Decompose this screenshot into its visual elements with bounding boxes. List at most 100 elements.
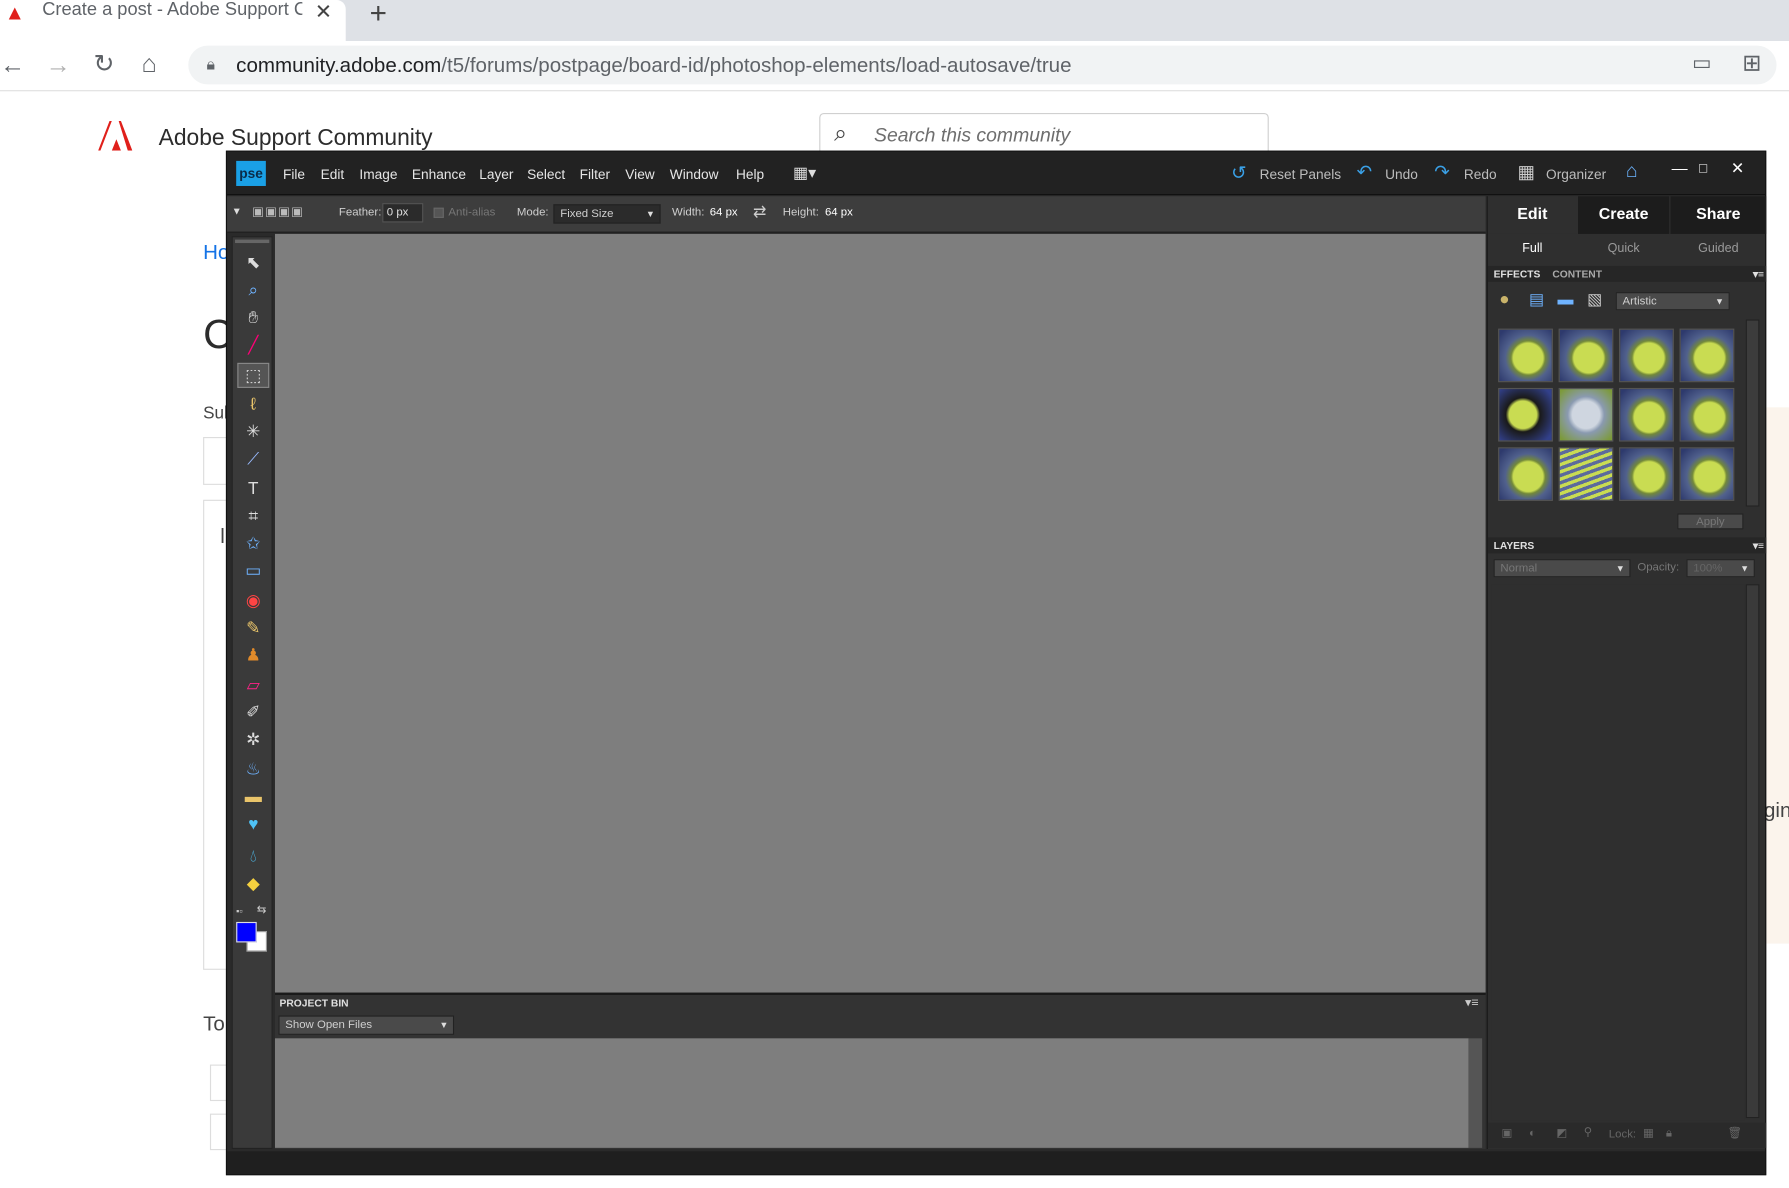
- hand-tool-icon[interactable]: ✋︎: [237, 306, 269, 331]
- layer-styles-icon[interactable]: ▤: [1529, 290, 1544, 309]
- reset-panels-icon[interactable]: ↺: [1231, 162, 1246, 185]
- document-canvas[interactable]: [274, 233, 1486, 993]
- home-screen-icon[interactable]: ⌂: [1626, 160, 1638, 183]
- project-bin-dropdown[interactable]: Show Open Files ▼: [278, 1015, 455, 1035]
- close-tab-icon[interactable]: ✕: [315, 0, 332, 24]
- width-input[interactable]: 64 px: [710, 207, 738, 220]
- tab-full[interactable]: Full: [1488, 235, 1577, 262]
- healing-brush-tool-icon[interactable]: ✎: [237, 616, 269, 641]
- arrangement-icon[interactable]: ▦▾: [793, 163, 816, 182]
- blur-tool-icon[interactable]: 💧︎: [237, 844, 269, 869]
- redo-icon[interactable]: ↷: [1434, 161, 1449, 184]
- effect-thumbnail[interactable]: [1498, 387, 1553, 442]
- new-layer-icon[interactable]: ▣: [1502, 1127, 1513, 1140]
- zoom-tool-icon[interactable]: ⌕: [237, 278, 269, 303]
- gradient-tool-icon[interactable]: ▬: [237, 785, 269, 810]
- forward-icon[interactable]: →: [46, 52, 71, 77]
- quick-selection-tool-icon[interactable]: ⟋: [237, 447, 269, 472]
- toolbox-grip[interactable]: [235, 239, 270, 244]
- project-bin-scrollbar[interactable]: [1468, 1038, 1483, 1148]
- back-icon[interactable]: ←: [0, 52, 25, 77]
- menu-select[interactable]: Select: [527, 167, 565, 183]
- adobe-logo-icon[interactable]: [98, 120, 133, 151]
- show-all-icon[interactable]: ▧: [1587, 290, 1602, 309]
- eyedropper-tool-icon[interactable]: ╱: [237, 333, 269, 358]
- clone-stamp-tool-icon[interactable]: ♟: [237, 644, 269, 669]
- lock-icon[interactable]: 🔒︎: [207, 55, 216, 74]
- feather-input[interactable]: 0 px: [382, 203, 424, 223]
- menu-help[interactable]: Help: [736, 167, 764, 183]
- sponge-tool-icon[interactable]: ◆: [237, 872, 269, 897]
- effect-thumbnail[interactable]: [1619, 387, 1674, 442]
- type-tool-icon[interactable]: T: [237, 477, 269, 502]
- photo-effects-icon[interactable]: ▬: [1557, 290, 1573, 308]
- effects-category-dropdown[interactable]: Artistic ▼: [1615, 292, 1730, 311]
- menu-image[interactable]: Image: [359, 167, 397, 183]
- tab-content[interactable]: CONTENT: [1552, 268, 1602, 279]
- browser-tab[interactable]: ▲ Create a post - Adobe Support C ✕: [0, 0, 346, 42]
- link-layers-icon[interactable]: ⚲: [1584, 1126, 1592, 1139]
- marquee-tool-icon[interactable]: ⬚: [237, 362, 270, 388]
- tool-preset-caret-icon[interactable]: ▼: [232, 205, 242, 216]
- effect-thumbnail[interactable]: [1558, 387, 1614, 442]
- project-bin-content[interactable]: [274, 1038, 1469, 1148]
- mode-dropdown[interactable]: Fixed Size ▼: [553, 204, 661, 224]
- panel-menu-icon[interactable]: ▾≡: [1753, 266, 1764, 282]
- menu-window[interactable]: Window: [670, 167, 719, 183]
- cast-icon[interactable]: ▭: [1692, 51, 1711, 75]
- effect-thumbnail[interactable]: [1558, 447, 1614, 501]
- foreground-color-swatch[interactable]: [236, 921, 257, 943]
- lasso-tool-icon[interactable]: ℓ: [237, 393, 269, 418]
- magic-wand-tool-icon[interactable]: ✳: [237, 420, 269, 445]
- effect-thumbnail[interactable]: [1619, 328, 1674, 383]
- reload-icon[interactable]: ↻: [94, 51, 115, 76]
- organizer-icon[interactable]: ▦: [1518, 161, 1535, 184]
- menu-enhance[interactable]: Enhance: [412, 167, 466, 183]
- lock-transparency-icon[interactable]: ▦: [1643, 1127, 1654, 1140]
- red-eye-tool-icon[interactable]: ◉: [237, 589, 269, 614]
- menu-edit[interactable]: Edit: [321, 167, 345, 183]
- address-bar[interactable]: 🔒︎ community.adobe.com/t5/forums/postpag…: [188, 45, 1777, 85]
- filters-icon[interactable]: ●: [1499, 290, 1509, 309]
- effect-thumbnail[interactable]: [1619, 447, 1674, 501]
- effects-scrollbar[interactable]: [1745, 319, 1760, 507]
- swap-dimensions-icon[interactable]: ⇄: [753, 202, 766, 221]
- effect-thumbnail[interactable]: [1498, 328, 1553, 383]
- lock-all-icon[interactable]: 🔒︎: [1666, 1127, 1672, 1140]
- move-tool-icon[interactable]: ⬉: [237, 251, 269, 276]
- default-colors-icon[interactable]: ▪▫: [236, 906, 242, 916]
- community-title[interactable]: Adobe Support Community: [159, 126, 433, 152]
- cookie-cutter-tool-icon[interactable]: ✩: [237, 532, 269, 557]
- minimize-icon[interactable]: —: [1672, 159, 1688, 177]
- home-icon[interactable]: ⌂: [141, 51, 156, 76]
- tab-guided[interactable]: Guided: [1670, 235, 1766, 262]
- redo-button[interactable]: Redo: [1464, 167, 1497, 183]
- effect-thumbnail[interactable]: [1558, 328, 1614, 383]
- height-input[interactable]: 64 px: [825, 207, 853, 220]
- extensions-icon[interactable]: ⊞: [1742, 49, 1761, 78]
- menu-view[interactable]: View: [625, 167, 654, 183]
- new-adjustment-layer-icon[interactable]: ◐: [1529, 1127, 1536, 1140]
- maximize-icon[interactable]: □: [1699, 160, 1707, 176]
- apply-button[interactable]: Apply: [1677, 513, 1744, 530]
- menu-layer[interactable]: Layer: [479, 167, 513, 183]
- panel-menu-icon[interactable]: ▾≡: [1753, 537, 1764, 553]
- delete-layer-icon[interactable]: 🗑︎: [1727, 1127, 1741, 1140]
- panel-menu-icon[interactable]: ▾≡: [1465, 995, 1479, 1010]
- menu-file[interactable]: File: [283, 167, 305, 183]
- layers-scrollbar[interactable]: [1745, 584, 1760, 1119]
- crop-tool-icon[interactable]: ⌗: [237, 504, 269, 529]
- brush-tool-icon[interactable]: ✐: [237, 701, 269, 726]
- effect-thumbnail[interactable]: [1498, 447, 1553, 501]
- paint-bucket-tool-icon[interactable]: ♨: [237, 758, 269, 783]
- tab-effects[interactable]: EFFECTS: [1494, 268, 1541, 279]
- opacity-input[interactable]: 100% ▼: [1686, 559, 1755, 578]
- straighten-tool-icon[interactable]: ▭: [237, 559, 269, 584]
- layers-list[interactable]: [1491, 584, 1745, 1121]
- layer-mask-icon[interactable]: ◩: [1556, 1127, 1567, 1140]
- menu-filter[interactable]: Filter: [580, 167, 610, 183]
- tab-share[interactable]: Share: [1670, 196, 1767, 234]
- new-tab-icon[interactable]: +: [370, 0, 387, 31]
- reset-panels-button[interactable]: Reset Panels: [1260, 167, 1341, 183]
- tab-create[interactable]: Create: [1578, 196, 1670, 234]
